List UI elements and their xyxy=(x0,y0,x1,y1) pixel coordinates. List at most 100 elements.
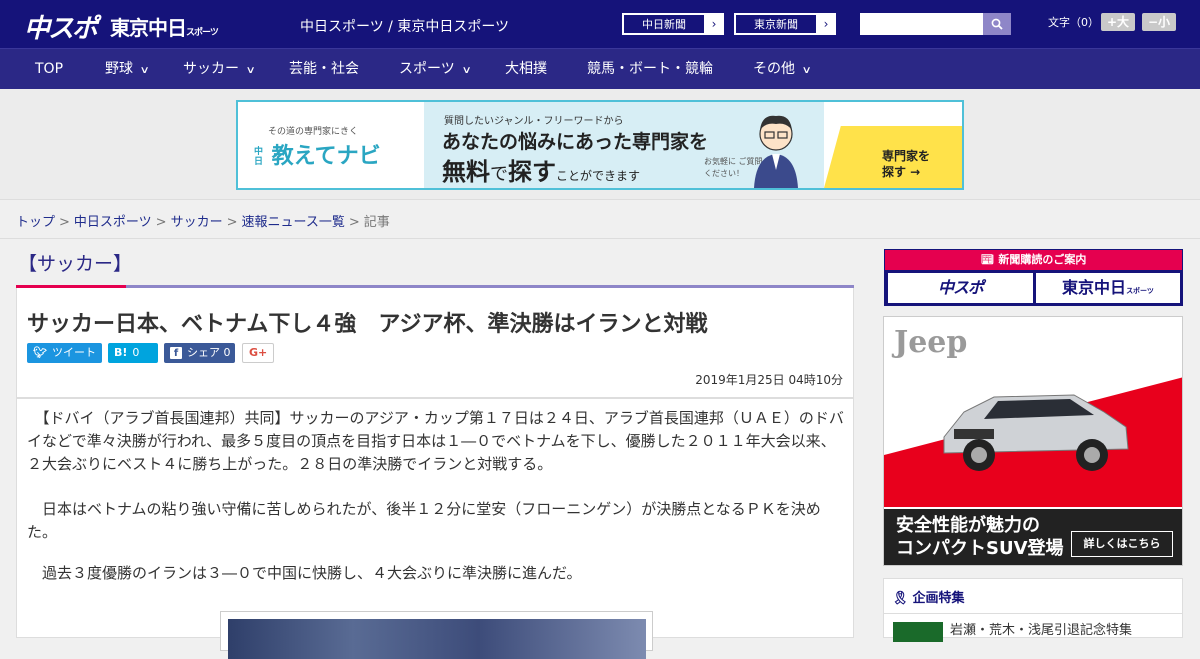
nav-item-sports[interactable]: スポーツ ∨ xyxy=(399,49,472,89)
breadcrumb: トップ > 中日スポーツ > サッカー > 速報ニュース一覧 > 記事 xyxy=(16,211,390,230)
ad-cta-button[interactable]: 詳しくはこちら xyxy=(1071,531,1173,557)
breadcrumb-separator: > xyxy=(155,215,167,230)
banner-brand-name: 教えてナビ xyxy=(271,144,381,169)
ad-headline: 安全性能が魅力の コンパクトSUV登場 xyxy=(896,514,1064,560)
nav-item-sumo[interactable]: 大相撲 xyxy=(505,49,547,89)
chevron-right-icon: › xyxy=(823,17,829,31)
tweet-label: ツイート xyxy=(51,346,96,359)
article-photo-image xyxy=(228,619,646,659)
tokyo-chunichi-logo[interactable]: 東京中日スポーツ xyxy=(110,12,219,41)
google-plus-button[interactable]: G+ xyxy=(242,343,274,363)
expert-illustration-icon xyxy=(754,115,798,188)
tokyo-chunichi-logo-text: 東京中日 xyxy=(110,16,187,40)
nav-item-label: TOP xyxy=(35,61,64,77)
facebook-share-button[interactable]: f シェア 0 xyxy=(164,343,235,363)
feature-heading: 🎗︎ 企画特集 xyxy=(892,587,965,606)
nav-item-label: サッカー xyxy=(183,61,239,77)
chevron-down-icon: ∨ xyxy=(245,65,256,76)
tweet-button[interactable]: 🐦︎ ツイート xyxy=(27,343,102,363)
divider xyxy=(884,613,1182,614)
search-button[interactable] xyxy=(983,13,1011,35)
subscription-heading-text: 新聞購読のご案内 xyxy=(998,253,1087,266)
banner-cta: 専門家を 探す → xyxy=(882,149,931,179)
subscribe-tokyo-chunichi-button[interactable]: 東京中日スポーツ xyxy=(1036,273,1180,303)
ad-headline-line2: コンパクトSUV登場 xyxy=(896,538,1064,559)
subscription-heading: 📰︎ 新聞購読のご案内 xyxy=(885,250,1182,270)
category-heading: 【サッカー】 xyxy=(18,253,133,275)
breadcrumb-top[interactable]: トップ xyxy=(16,215,55,230)
suv-car-icon xyxy=(943,394,1129,471)
font-size-label: 文字（0） xyxy=(1048,16,1099,29)
twitter-icon: 🐦︎ xyxy=(33,346,47,359)
banner-line3-end: ことができます xyxy=(556,169,641,183)
site-header: 中スポ 東京中日スポーツ 中日スポーツ / 東京中日スポーツ 中日新聞 › 東京… xyxy=(0,0,1200,48)
breadcrumb-separator: > xyxy=(348,215,360,230)
font-smaller-button[interactable]: −小 xyxy=(1142,13,1177,31)
tokyo-chunichi-logo-sub: スポーツ xyxy=(186,28,219,38)
ribbon-icon: 🎗︎ xyxy=(892,591,909,606)
main-nav: TOP 野球 ∨ サッカー ∨ 芸能・社会 スポーツ ∨ 大相撲 競馬・ボート・競輪 … xyxy=(0,48,1200,89)
nav-item-entertainment[interactable]: 芸能・社会 xyxy=(289,49,359,89)
tokyo-shimbun-link[interactable]: 東京新聞 › xyxy=(734,13,836,35)
banner-brand-prefix: 中日 xyxy=(254,147,264,167)
feature-item-link[interactable]: 岩瀬・荒木・浅尾引退記念特集 xyxy=(950,619,1132,638)
font-larger-button[interactable]: +大 xyxy=(1101,13,1136,31)
chunichi-sports-logo[interactable]: 中スポ xyxy=(24,8,98,45)
hatena-count: 0 xyxy=(132,346,140,359)
nav-item-label: 競馬・ボート・競輪 xyxy=(587,61,713,77)
nav-item-other[interactable]: その他 ∨ xyxy=(753,49,812,89)
breadcrumb-chunichi-sports[interactable]: 中日スポーツ xyxy=(74,215,152,230)
nav-item-label: その他 xyxy=(753,61,795,77)
site-title: 中日スポーツ / 東京中日スポーツ xyxy=(300,19,510,35)
chunichi-shimbun-label: 中日新聞 xyxy=(623,14,705,34)
divider xyxy=(0,238,1200,239)
subscribe-chunichi-sports-button[interactable]: 中スポ xyxy=(888,273,1033,303)
tokyo-shimbun-label: 東京新聞 xyxy=(735,14,817,34)
jeep-ad[interactable]: Jeep 安全性能が魅力の コンパクトSUV登場 詳しくはこちら xyxy=(883,316,1183,566)
banner-brand-panel: その道の専門家にきく 中日 教えてナビ xyxy=(238,102,424,188)
nav-item-baseball[interactable]: 野球 ∨ xyxy=(105,49,150,89)
article-photo[interactable] xyxy=(220,611,653,659)
breadcrumb-current: 記事 xyxy=(363,215,390,230)
breadcrumb-news-list[interactable]: 速報ニュース一覧 xyxy=(242,215,345,230)
breadcrumb-soccer[interactable]: サッカー xyxy=(171,215,223,230)
feature-heading-text: 企画特集 xyxy=(912,591,965,606)
banner-line3-de: で xyxy=(490,164,508,185)
nav-item-top[interactable]: TOP xyxy=(35,49,63,89)
banner-line2: あなたの悩みにあった専門家を xyxy=(442,131,709,153)
hatena-bookmark-button[interactable]: B! 0 xyxy=(108,343,158,363)
subscribe-tokyo-chunichi-label: 東京中日 xyxy=(1062,278,1127,297)
google-plus-icon: G+ xyxy=(249,346,268,359)
feature-box: 🎗︎ 企画特集 岩瀬・荒木・浅尾引退記念特集 xyxy=(883,578,1183,642)
breadcrumb-separator: > xyxy=(59,215,70,230)
search-input[interactable] xyxy=(860,13,984,35)
newspaper-icon: 📰︎ xyxy=(980,253,999,266)
search-icon xyxy=(991,18,1003,30)
article-paragraph: 【ドバイ（アラブ首長国連邦）共同】サッカーのアジア・カップ第１７日は２４日、アラ… xyxy=(27,409,844,473)
chevron-right-icon: › xyxy=(711,17,717,31)
banner-line1: 質問したいジャンル・フリーワードから xyxy=(444,116,624,127)
breadcrumb-separator: > xyxy=(226,215,238,230)
chunichi-shimbun-link[interactable]: 中日新聞 › xyxy=(622,13,724,35)
subscribe-tokyo-chunichi-sub: スポーツ xyxy=(1126,287,1154,295)
banner-line3: 無料で探すことができます xyxy=(442,152,640,187)
oshiete-navi-banner-ad[interactable]: その道の専門家にきく 中日 教えてナビ 質問したいジャンル・フリーワードから あ… xyxy=(236,100,964,190)
facebook-icon: f xyxy=(170,347,182,359)
article-header: サッカー日本、ベトナム下し４強 アジア杯、準決勝はイランと対戦 🐦︎ ツイート B… xyxy=(16,288,854,398)
chevron-down-icon: ∨ xyxy=(461,65,472,76)
article-title: サッカー日本、ベトナム下し４強 アジア杯、準決勝はイランと対戦 xyxy=(27,312,708,337)
nav-item-racing[interactable]: 競馬・ボート・競輪 xyxy=(587,49,713,89)
article-paragraph: 日本はベトナムの粘り強い守備に苦しめられたが、後半１２分に堂安（フローニンゲン）… xyxy=(27,500,821,541)
chevron-down-icon: ∨ xyxy=(801,65,812,76)
article-body: 【ドバイ（アラブ首長国連邦）共同】サッカーのアジア・カップ第１７日は２４日、アラ… xyxy=(16,398,854,659)
ad-headline-line1: 安全性能が魅力の xyxy=(896,515,1040,536)
nav-item-soccer[interactable]: サッカー ∨ xyxy=(183,49,256,89)
nav-item-label: スポーツ xyxy=(399,61,455,77)
banner-line3-free: 無料 xyxy=(442,158,490,186)
nav-item-label: 大相撲 xyxy=(505,61,547,77)
nav-item-label: 野球 xyxy=(105,61,133,77)
nav-item-label: 芸能・社会 xyxy=(289,61,359,77)
feature-thumbnail[interactable] xyxy=(893,622,943,642)
chevron-down-icon: ∨ xyxy=(139,65,150,76)
banner-line3-search: 探す xyxy=(508,158,556,186)
